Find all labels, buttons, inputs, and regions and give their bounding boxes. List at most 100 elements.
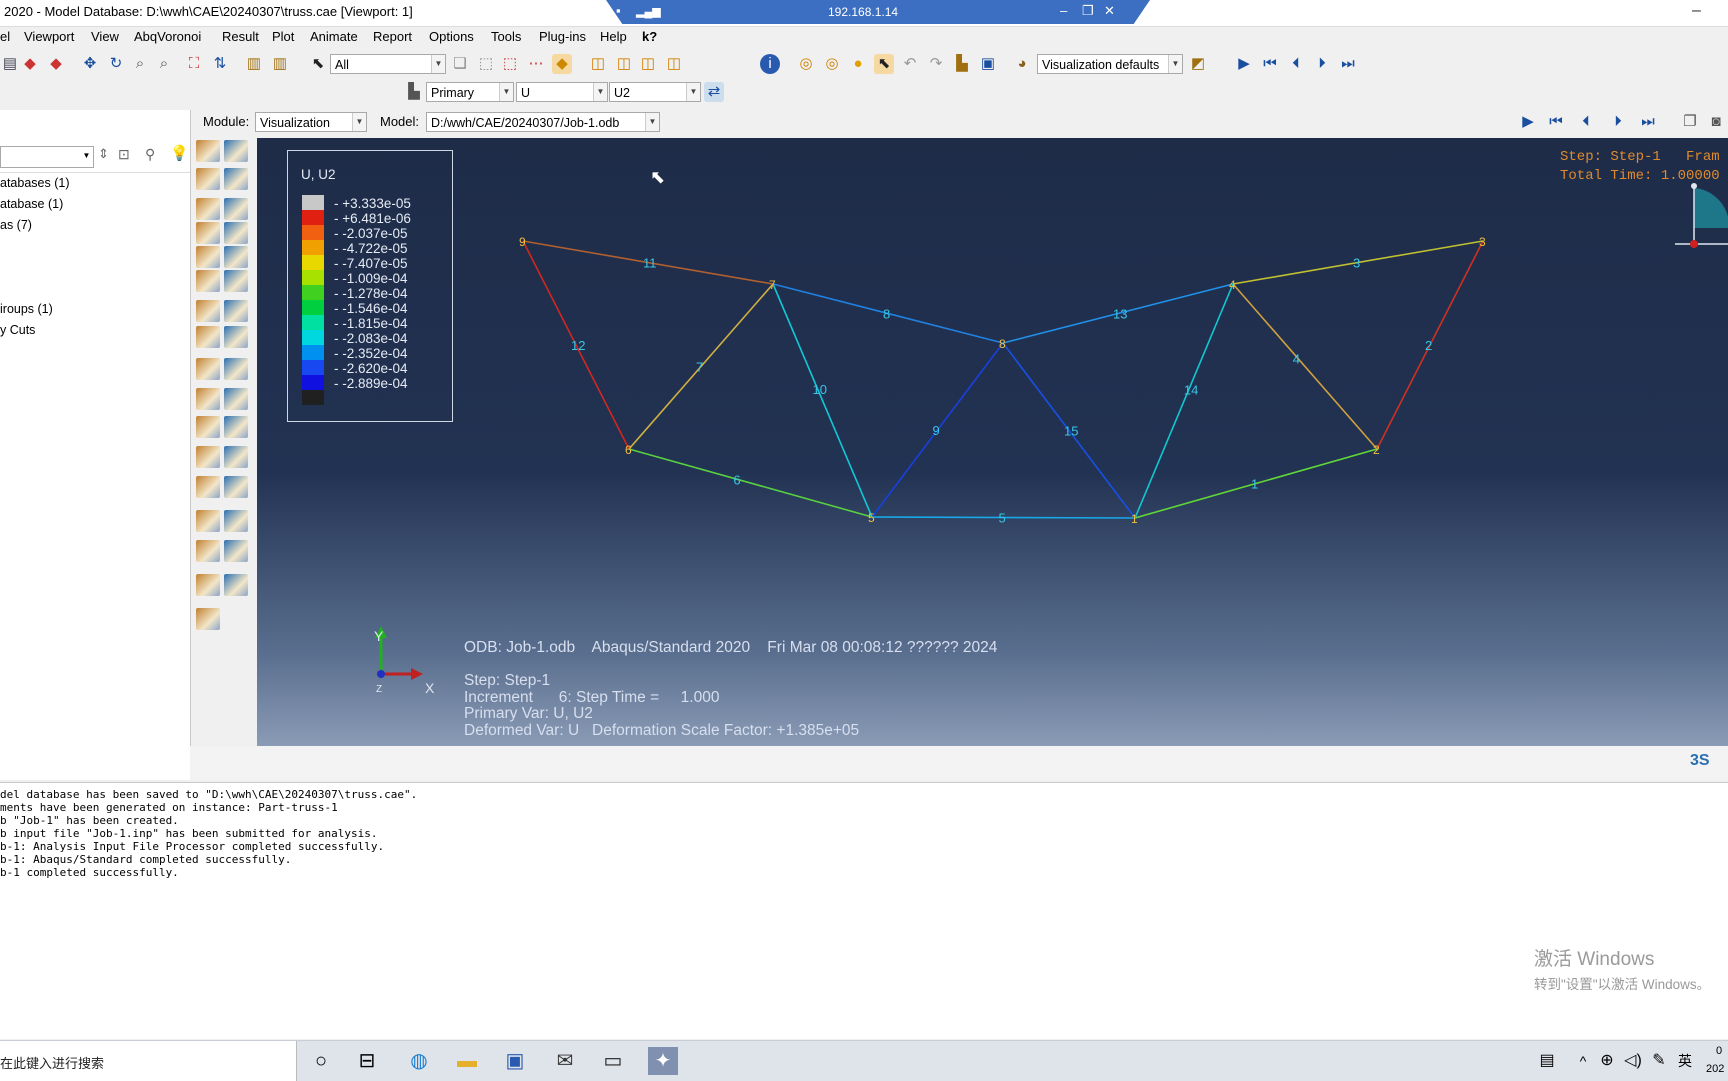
sync-icon[interactable]: ⇄ [704,82,724,102]
filter-icon[interactable]: ⚲ [145,146,155,163]
clock-date[interactable]: 202 [1706,1063,1724,1075]
visualization-tool-icon[interactable] [196,300,220,322]
visualization-tool-icon[interactable] [224,416,248,438]
visualization-tool-icon[interactable] [224,358,248,380]
viewport-copy-icon[interactable]: ❐ [1680,112,1700,132]
tree-item-display-groups[interactable]: iroups (1) [0,302,53,316]
view-side-icon[interactable]: ◫ [664,54,684,74]
first-frame-icon[interactable]: ⏮ [1546,112,1566,132]
next-frame-icon[interactable]: ⏵ [1608,112,1628,132]
cortana-icon[interactable]: ○ [306,1047,336,1075]
open-odb-icon[interactable]: ◆ [20,54,40,74]
tree-item-xy-data[interactable]: as (7) [0,218,32,232]
menu-model[interactable]: el [0,29,10,44]
output-category-select[interactable]: Primary ▼ [426,82,514,102]
select-3d-icon[interactable]: ◆ [552,54,572,74]
previous-frame-icon[interactable]: ⏴ [1286,54,1306,74]
abaqus-task-icon[interactable]: ✦ [648,1047,678,1075]
visualization-tool-icon[interactable] [224,476,248,498]
visualization-tool-icon[interactable] [196,246,220,268]
visualization-tool-icon[interactable] [196,168,220,190]
first-frame-icon[interactable]: ⏮ [1260,54,1280,74]
visualization-tool-icon[interactable] [196,388,220,410]
visualization-tool-icon[interactable] [224,140,248,162]
auto-fit-icon[interactable]: ⛶ [184,54,204,74]
visualization-tool-icon[interactable] [224,446,248,468]
visualization-tool-icon[interactable] [224,388,248,410]
truss-element-6[interactable] [628,448,873,518]
play-icon[interactable]: ▶ [1234,54,1254,74]
visualization-tool-icon[interactable] [196,446,220,468]
select-pointer-icon[interactable]: ⬉ [308,54,328,74]
view-cube[interactable] [1669,180,1728,260]
remote-desktop-bar[interactable]: ▪ ▂▄▆ 192.168.1.14 – ❐ ✕ [606,0,1150,24]
edge-icon[interactable]: ◍ [404,1047,434,1075]
menu-view[interactable]: View [91,29,119,44]
visualization-tool-icon[interactable] [224,222,248,244]
lightbulb-icon[interactable]: 💡 [170,144,189,162]
taskbar-search[interactable]: 在此键入进行搜索 [0,1041,297,1081]
selection-filter-select[interactable]: All ▼ [330,54,446,74]
box-zoom-icon[interactable]: ⌕ [154,54,174,74]
menu-plug-ins[interactable]: Plug-ins [539,29,586,44]
display-options-icon[interactable]: ▣ [978,54,998,74]
visualization-tool-icon[interactable] [224,574,248,596]
window-minimize-icon[interactable]: – [1692,2,1701,20]
cycle-views-icon[interactable]: ⇅ [210,54,230,74]
menu-options[interactable]: Options [429,29,474,44]
render-style-2-icon[interactable]: ◎ [822,54,842,74]
visualization-tool-icon[interactable] [196,574,220,596]
copy-icon[interactable]: ❏ [450,54,470,74]
visualization-tool-icon[interactable] [196,358,220,380]
play-icon[interactable]: ▶ [1518,112,1538,132]
visualization-tool-icon[interactable] [224,168,248,190]
visualization-tool-icon[interactable] [196,476,220,498]
menu-viewport[interactable]: Viewport [24,29,74,44]
print-icon[interactable]: ▤ [0,54,20,74]
pick-icon[interactable]: ⬉ [874,54,894,74]
rotate-icon[interactable]: ↻ [106,54,126,74]
visualization-tool-icon[interactable] [224,540,248,562]
visualization-tool-icon[interactable] [224,198,248,220]
menu-context-help[interactable]: k? [642,29,657,44]
module-select[interactable]: Visualization ▼ [255,112,367,132]
view-front-icon[interactable]: ◫ [614,54,634,74]
palette-icon[interactable]: ◕ [1012,54,1032,74]
visualization-defaults-select[interactable]: Visualization defaults ▼ [1037,54,1183,74]
visualization-tool-icon[interactable] [196,326,220,348]
tree-item-model-database[interactable]: atabase (1) [0,197,63,211]
keyboard-icon[interactable]: ▤ [1532,1047,1562,1075]
save-icon[interactable]: ◆ [46,54,66,74]
truss-element-10[interactable] [772,283,873,518]
view-manager-icon[interactable]: ▙ [952,54,972,74]
terminal-icon[interactable]: ▭ [598,1047,628,1075]
visualization-tool-icon[interactable] [224,270,248,292]
select-region-icon[interactable]: ⬚ [500,54,520,74]
menu-help[interactable]: Help [600,29,627,44]
shade-icon[interactable]: ● [848,54,868,74]
visualization-tool-icon[interactable] [196,222,220,244]
close-icon[interactable]: ✕ [1104,3,1115,19]
model-select[interactable]: D:/wwh/CAE/20240307/Job-1.odb ▼ [426,112,660,132]
visualization-tool-icon[interactable] [196,140,220,162]
last-frame-icon[interactable]: ⏭ [1338,54,1358,74]
info-icon[interactable]: i [760,54,780,74]
visualization-tool-icon[interactable] [224,326,248,348]
sort-icon[interactable]: ⇕ [98,146,109,162]
clock-time[interactable]: 0 [1716,1045,1722,1057]
visualization-tool-icon[interactable] [196,540,220,562]
visualization-tool-icon[interactable] [196,416,220,438]
menu-result[interactable]: Result [222,29,259,44]
query-icon[interactable]: ▥ [244,54,264,74]
visualization-tool-icon[interactable] [196,510,220,532]
restore-icon[interactable]: ❐ [1082,3,1094,19]
output-variable-select[interactable]: U ▼ [516,82,608,102]
collapse-icon[interactable]: ⊡ [118,146,130,163]
ime-indicator[interactable]: 英 [1670,1047,1700,1075]
previous-frame-icon[interactable]: ⏴ [1576,112,1596,132]
minimize-icon[interactable]: – [1060,3,1067,18]
next-frame-icon[interactable]: ⏵ [1312,54,1332,74]
menu-animate[interactable]: Animate [310,29,358,44]
tree-item-view-cuts[interactable]: y Cuts [0,323,35,337]
viewport[interactable]: U, U2 - +3.333e-05- +6.481e-06- -2.037e-… [257,138,1728,746]
